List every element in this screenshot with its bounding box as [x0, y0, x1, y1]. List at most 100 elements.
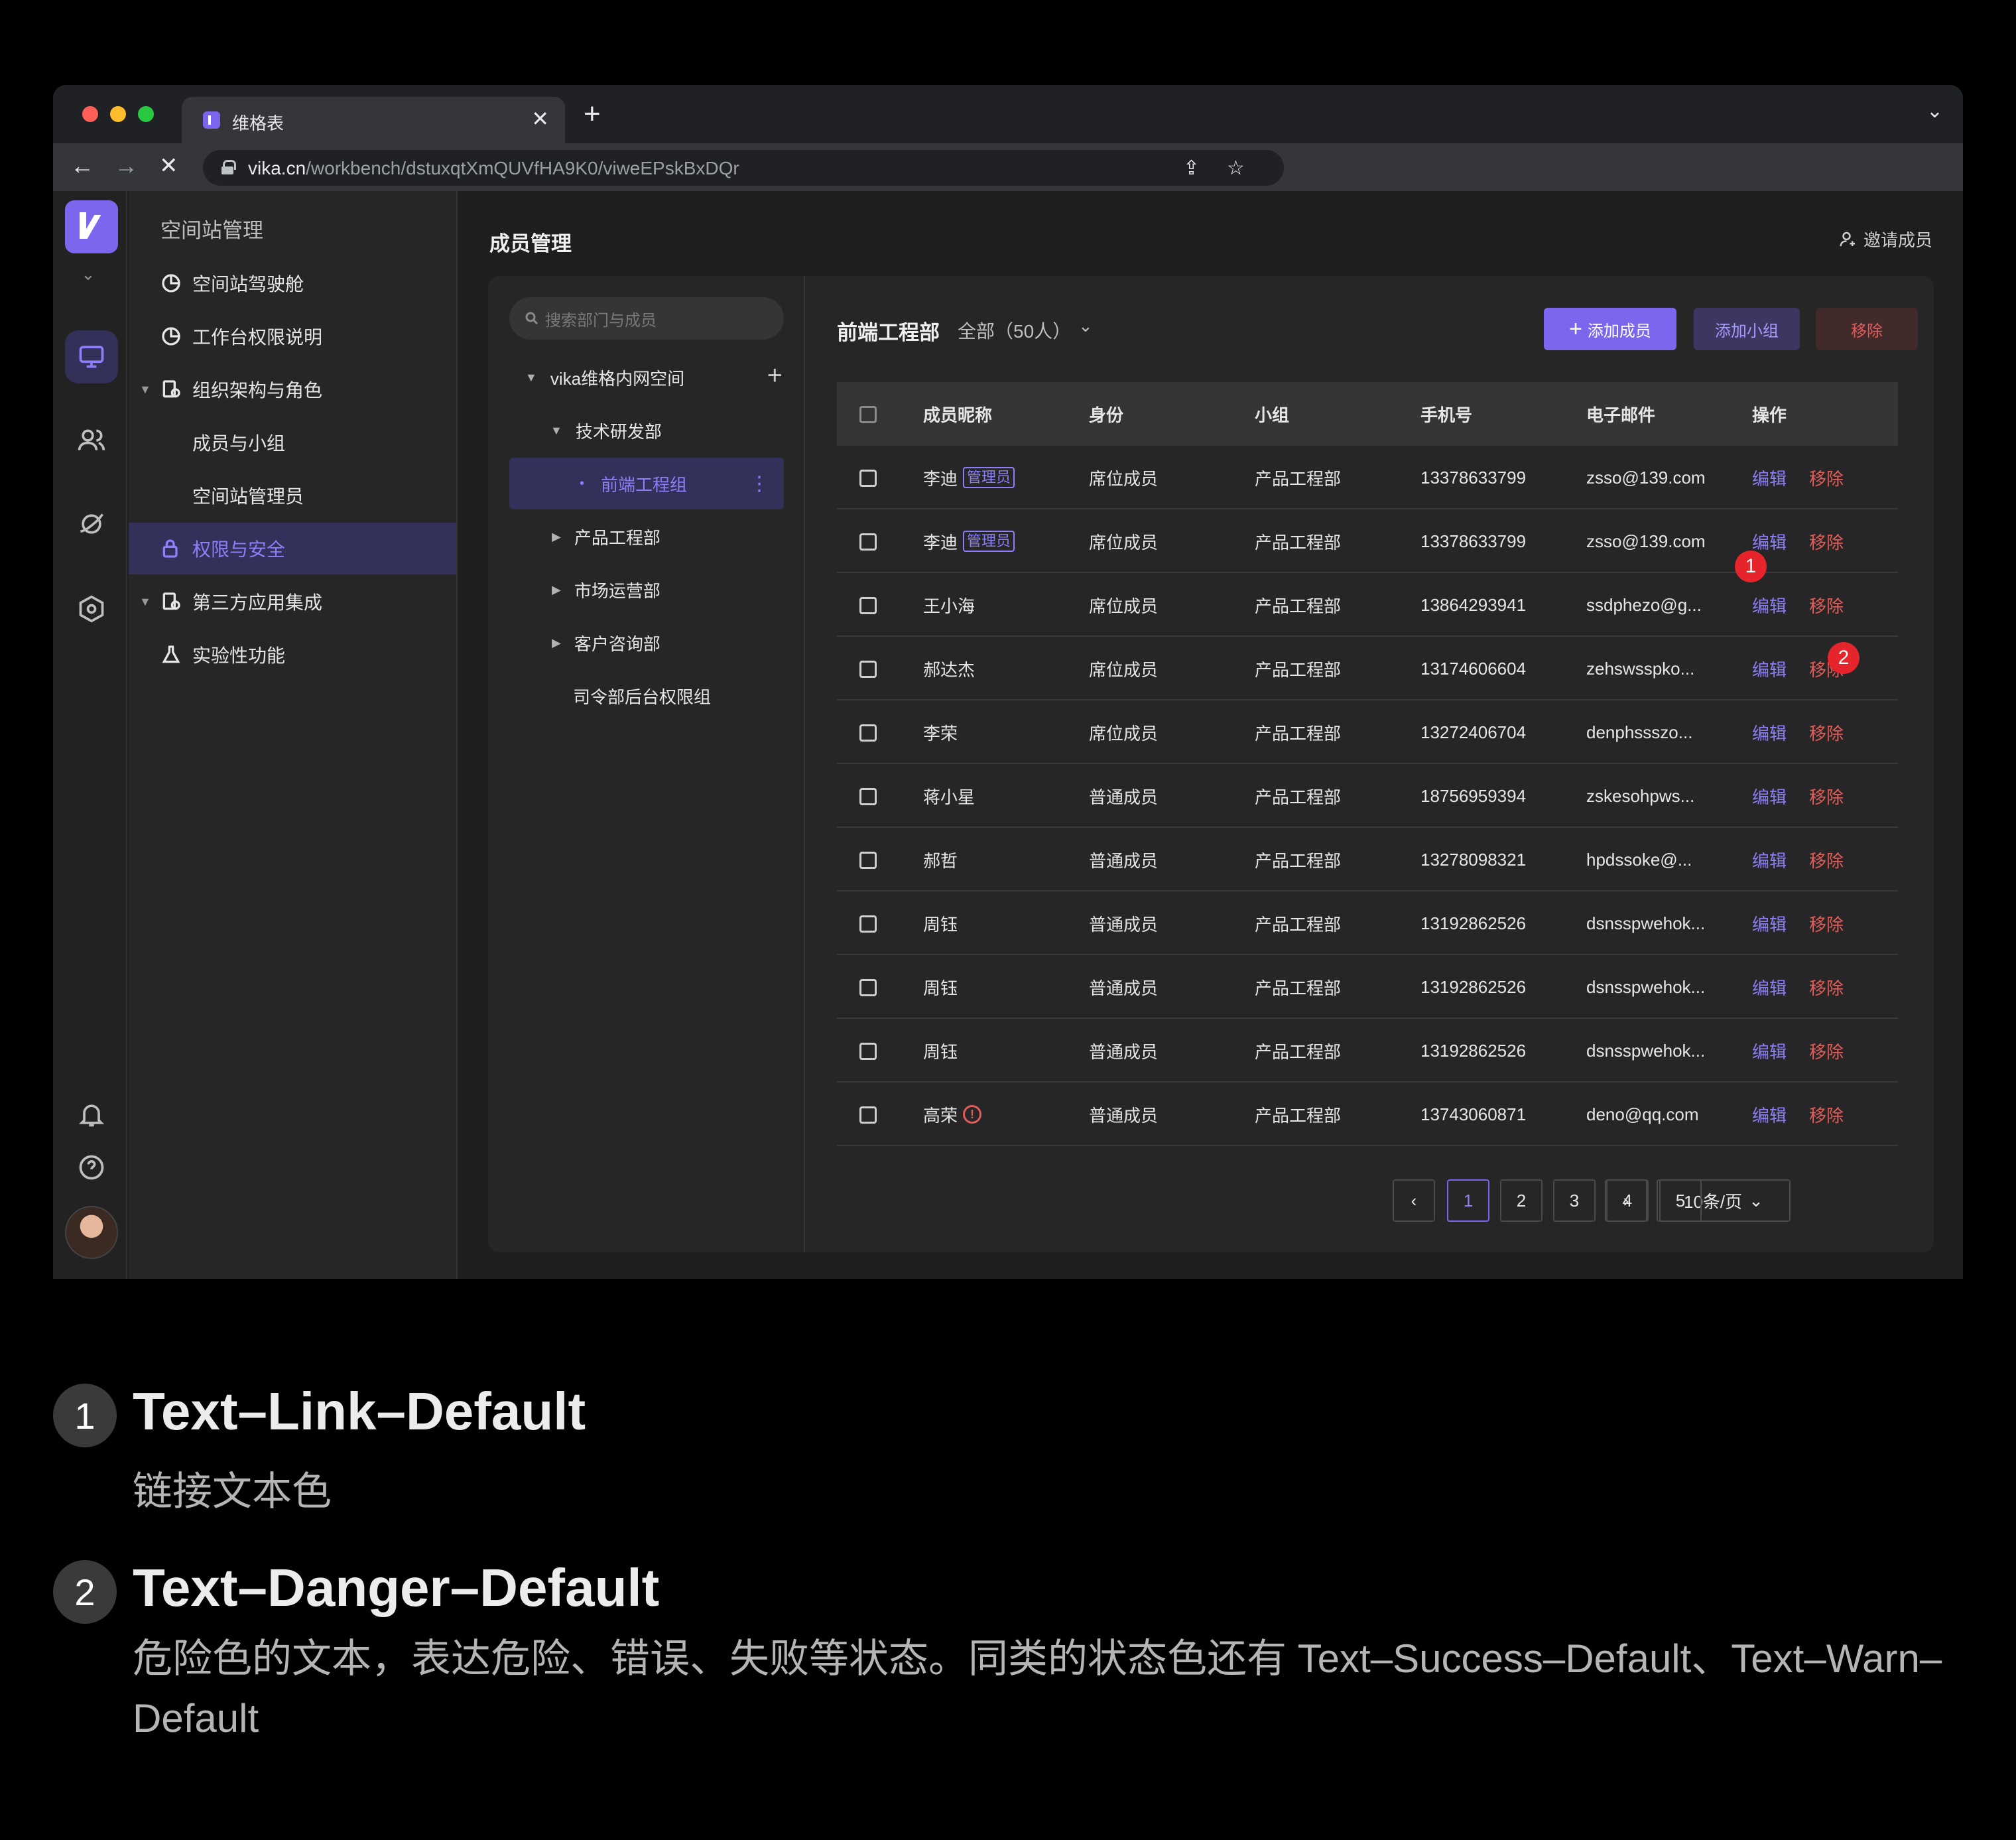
- row-checkbox[interactable]: [859, 1043, 877, 1060]
- admin-tag: 管理员: [963, 467, 1015, 488]
- browser-tab[interactable]: 维格表 ✕: [182, 97, 565, 143]
- address-bar[interactable]: vika.cn/workbench/dstuxqtXmQUVfHA9K0/viw…: [203, 150, 1284, 186]
- contacts-icon[interactable]: [65, 414, 118, 467]
- member-group: 产品工程部: [1255, 787, 1342, 807]
- sidebar-item-security[interactable]: 权限与安全: [129, 523, 456, 574]
- back-arrow-icon[interactable]: ←: [70, 154, 94, 178]
- star-icon[interactable]: ☆: [1227, 157, 1245, 180]
- remove-button[interactable]: 移除: [1816, 308, 1918, 350]
- member-phone: 13174606604: [1420, 658, 1527, 679]
- close-window-button[interactable]: [82, 106, 98, 122]
- remove-link[interactable]: 移除: [1809, 1102, 1844, 1127]
- select-all-checkbox[interactable]: [859, 406, 877, 423]
- sidebar-item-admins[interactable]: 空间站管理员: [129, 470, 456, 521]
- page-button[interactable]: 3: [1553, 1179, 1596, 1222]
- vika-logo[interactable]: [65, 200, 118, 253]
- legend-title: Text–Link–Default: [133, 1382, 586, 1441]
- remove-link[interactable]: 移除: [1809, 720, 1844, 745]
- explore-icon[interactable]: [65, 497, 118, 551]
- row-checkbox[interactable]: [859, 788, 877, 805]
- bell-icon[interactable]: [65, 1088, 118, 1141]
- edit-link[interactable]: 编辑: [1752, 1102, 1787, 1127]
- tree-item-tech[interactable]: ▼ 技术研发部: [550, 405, 662, 456]
- remove-link[interactable]: 移除: [1809, 466, 1844, 490]
- row-checkbox[interactable]: [859, 533, 877, 551]
- sidebar-item-members[interactable]: 成员与小组: [129, 417, 456, 468]
- remove-link[interactable]: 移除: [1809, 911, 1844, 936]
- remove-link[interactable]: 移除: [1809, 1039, 1844, 1063]
- sidebar-item-integrations[interactable]: ▼ 第三方应用集成: [129, 576, 456, 627]
- add-icon[interactable]: +: [767, 361, 783, 391]
- edit-link[interactable]: 编辑: [1752, 657, 1787, 681]
- member-phone: 13743060871: [1420, 1104, 1527, 1124]
- edit-link[interactable]: 编辑: [1752, 720, 1787, 745]
- sidebar-item-permissions-info[interactable]: 工作台权限说明: [129, 310, 456, 362]
- page-button[interactable]: 4: [1606, 1179, 1649, 1222]
- edit-link[interactable]: 编辑: [1752, 1039, 1787, 1063]
- remove-link[interactable]: 移除: [1809, 593, 1844, 618]
- sidebar-title: 空间站管理: [160, 219, 263, 242]
- page-button[interactable]: 2: [1500, 1179, 1543, 1222]
- invite-button[interactable]: 邀请成员: [1838, 227, 1932, 251]
- chevron-down-icon[interactable]: ⌄: [1926, 99, 1943, 123]
- settings-hexagon-icon[interactable]: [65, 582, 118, 635]
- member-name-text: 李迪: [923, 532, 958, 553]
- remove-link[interactable]: 移除: [1809, 529, 1844, 554]
- legend-desc: 危险色的文本，表达危险、错误、失败等状态。同类的状态色还有 Text–Succe…: [133, 1636, 1942, 1741]
- member-actions: 编辑 移除: [1752, 446, 1844, 509]
- new-tab-icon[interactable]: +: [584, 99, 601, 129]
- sidebar-item-label: 实验性功能: [192, 645, 286, 666]
- pie-chart-icon: [162, 327, 180, 346]
- edit-link[interactable]: 编辑: [1752, 529, 1787, 554]
- tree-item-product[interactable]: ▶ 产品工程部: [552, 511, 661, 562]
- row-checkbox[interactable]: [859, 852, 877, 869]
- page-button[interactable]: 5: [1659, 1179, 1702, 1222]
- remove-link[interactable]: 移除: [1809, 975, 1844, 1000]
- tree-item-support[interactable]: ▶ 客户咨询部: [552, 617, 661, 669]
- row-checkbox[interactable]: [859, 1106, 877, 1124]
- edit-link[interactable]: 编辑: [1752, 593, 1787, 618]
- maximize-window-button[interactable]: [138, 106, 154, 122]
- tab-close-icon[interactable]: ✕: [531, 106, 549, 131]
- add-member-button[interactable]: + 添加成员: [1544, 308, 1676, 350]
- chevron-down-icon[interactable]: ⌄: [81, 264, 95, 285]
- avatar[interactable]: [65, 1206, 118, 1259]
- forward-arrow-icon[interactable]: →: [114, 154, 138, 178]
- more-vertical-icon[interactable]: ⋮: [749, 472, 769, 495]
- sidebar-item-labs[interactable]: 实验性功能: [129, 629, 456, 681]
- sidebar-item-org[interactable]: ▼ 组织架构与角色: [129, 363, 456, 415]
- minimize-window-button[interactable]: [110, 106, 126, 122]
- edit-link[interactable]: 编辑: [1752, 911, 1787, 936]
- edit-link[interactable]: 编辑: [1752, 466, 1787, 490]
- workbench-icon[interactable]: [65, 330, 118, 383]
- row-checkbox[interactable]: [859, 597, 877, 614]
- prev-page-icon[interactable]: ‹: [1393, 1179, 1435, 1222]
- sidebar-item-label: 权限与安全: [192, 539, 286, 560]
- share-icon[interactable]: ⇪: [1183, 157, 1200, 180]
- search-input[interactable]: 搜索部门与成员: [509, 297, 784, 340]
- table-row: 郝哲 普通成员 产品工程部 13278098321 hpdssoke@... 编…: [837, 828, 1898, 891]
- member-email: dsnsspwehok...: [1586, 1040, 1706, 1061]
- tree-item-root[interactable]: ▼ vika维格内网空间: [525, 352, 684, 403]
- tree-item-hq[interactable]: 司令部后台权限组: [573, 670, 711, 722]
- row-checkbox[interactable]: [859, 979, 877, 996]
- add-group-button[interactable]: 添加小组: [1694, 308, 1800, 350]
- chevron-down-icon[interactable]: ⌄: [1078, 316, 1093, 336]
- tree-item-frontend[interactable]: • 前端工程组 ⋮: [509, 458, 784, 509]
- row-checkbox[interactable]: [859, 661, 877, 678]
- page-button[interactable]: 1: [1447, 1179, 1489, 1222]
- edit-link[interactable]: 编辑: [1752, 975, 1787, 1000]
- stop-icon[interactable]: ✕: [159, 154, 178, 178]
- member-email: hpdssoke@...: [1586, 849, 1692, 870]
- row-checkbox[interactable]: [859, 915, 877, 933]
- tree-item-marketing[interactable]: ▶ 市场运营部: [552, 564, 661, 616]
- remove-link[interactable]: 移除: [1809, 784, 1844, 809]
- sidebar-item-dashboard[interactable]: 空间站驾驶舱: [129, 257, 456, 309]
- member-actions: 编辑 移除: [1752, 891, 1844, 955]
- row-checkbox[interactable]: [859, 724, 877, 742]
- edit-link[interactable]: 编辑: [1752, 848, 1787, 872]
- row-checkbox[interactable]: [859, 470, 877, 487]
- edit-link[interactable]: 编辑: [1752, 784, 1787, 809]
- remove-link[interactable]: 移除: [1809, 848, 1844, 872]
- help-icon[interactable]: [65, 1141, 118, 1194]
